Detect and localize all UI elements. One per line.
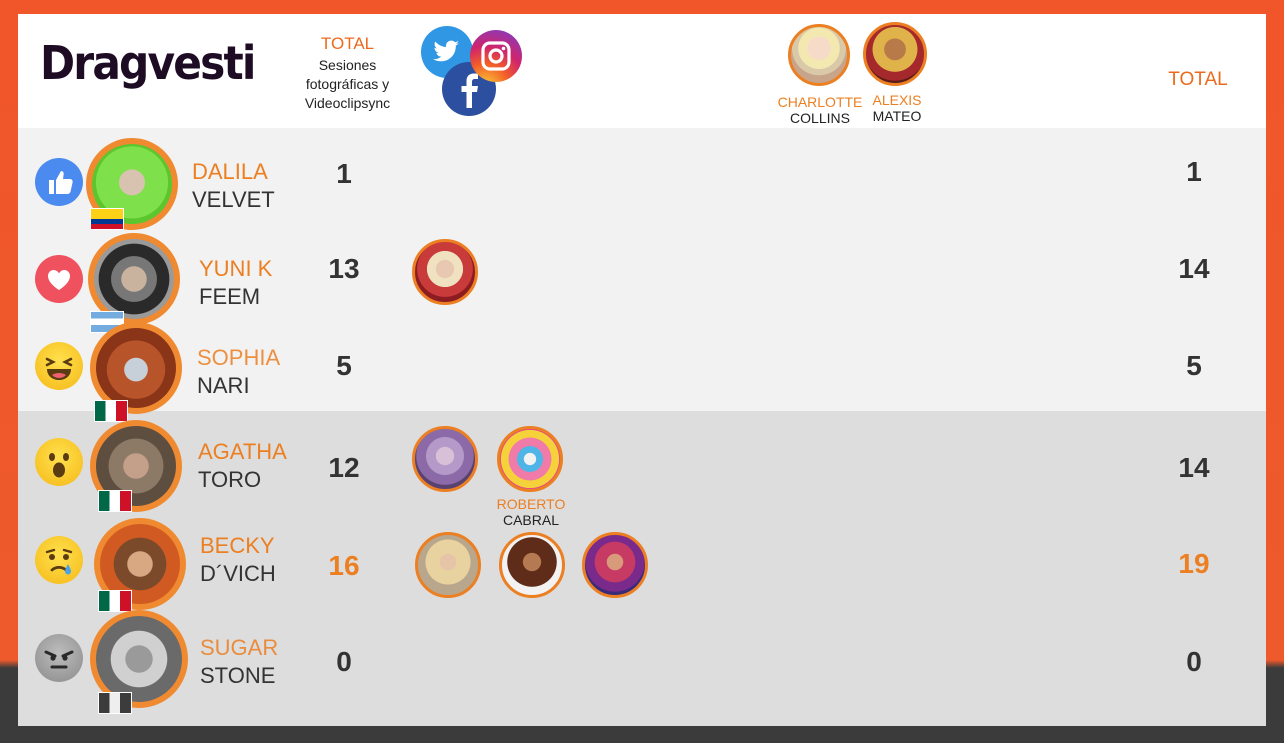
leaderboard-panel: Dragvesti TOTAL Sesiones fotográficas y …: [18, 14, 1266, 726]
grand-total-header: TOTAL: [1168, 69, 1228, 90]
total-count: 5: [1186, 350, 1202, 381]
contestant-name: BECKY D´VICH: [200, 533, 276, 586]
contestant-name: AGATHA TORO: [198, 439, 287, 492]
sessions-total-header: TOTAL: [320, 34, 375, 53]
wow-reaction-icon: [35, 438, 83, 486]
contestant-name: SOPHIA NARI: [197, 345, 281, 398]
mini-challenge-win-avatar: [497, 426, 563, 492]
mini-challenge-win-avatar: [412, 239, 478, 305]
sessions-count: 1: [336, 158, 352, 189]
contestant-row: AGATHA TORO 12 ROBERTO CABRAL 14: [18, 416, 1266, 528]
total-count: 19: [1178, 548, 1210, 579]
contestant-row: SOPHIA NARI 5 5: [18, 320, 1266, 422]
header: Dragvesti TOTAL Sesiones fotográficas y …: [18, 14, 1266, 128]
contestant-row: SUGAR STONE 0 0: [18, 610, 1266, 714]
flag-mexico-icon: [98, 692, 132, 714]
flag-colombia-icon: [90, 208, 124, 230]
contestant-row: DALILA VELVET 1 1: [18, 134, 1266, 231]
like-reaction-icon: [35, 158, 83, 206]
mini-challenge-win-avatar: [412, 426, 478, 492]
total-count: 14: [1178, 253, 1210, 284]
love-reaction-icon: [35, 255, 83, 303]
contestant-row: BECKY D´VICH 16 19: [18, 514, 1266, 612]
total-count: 0: [1186, 646, 1202, 677]
flag-mexico-icon: [98, 490, 132, 512]
judge-avatar-alexis-mateo: [863, 22, 927, 86]
judge-name-charlotte-collins: CHARLOTTE COLLINS: [777, 94, 863, 126]
sessions-count: 13: [328, 253, 360, 284]
mini-challenge-win-avatar: [582, 532, 648, 598]
mini-challenge-win-avatar: [415, 532, 481, 598]
contestant-name: YUNI K FEEM: [199, 256, 273, 309]
mini-challenge-win-avatar: [499, 532, 565, 598]
judge-avatar-charlotte-collins: [788, 24, 850, 86]
total-count: 1: [1186, 156, 1202, 187]
logo: Dragvesti: [40, 36, 256, 90]
sessions-count: 16: [328, 550, 360, 581]
sessions-count: 0: [336, 646, 352, 677]
instagram-icon[interactable]: [470, 30, 522, 82]
contestant-row: YUNI K FEEM 13 14: [18, 231, 1266, 333]
judge-name-alexis-mateo: ALEXIS MATEO: [872, 92, 922, 124]
sad-reaction-icon: [35, 536, 83, 584]
sessions-count: 5: [336, 350, 352, 381]
contestant-name: DALILA VELVET: [192, 159, 275, 212]
flag-mexico-icon: [98, 590, 132, 612]
angry-reaction-icon: [35, 634, 83, 682]
sessions-subtitle: Sesiones fotográficas y Videoclipsync: [304, 57, 391, 111]
haha-reaction-icon: [35, 342, 83, 390]
total-count: 14: [1178, 452, 1210, 483]
sessions-count: 12: [328, 452, 360, 483]
contestant-name: SUGAR STONE: [200, 635, 279, 688]
